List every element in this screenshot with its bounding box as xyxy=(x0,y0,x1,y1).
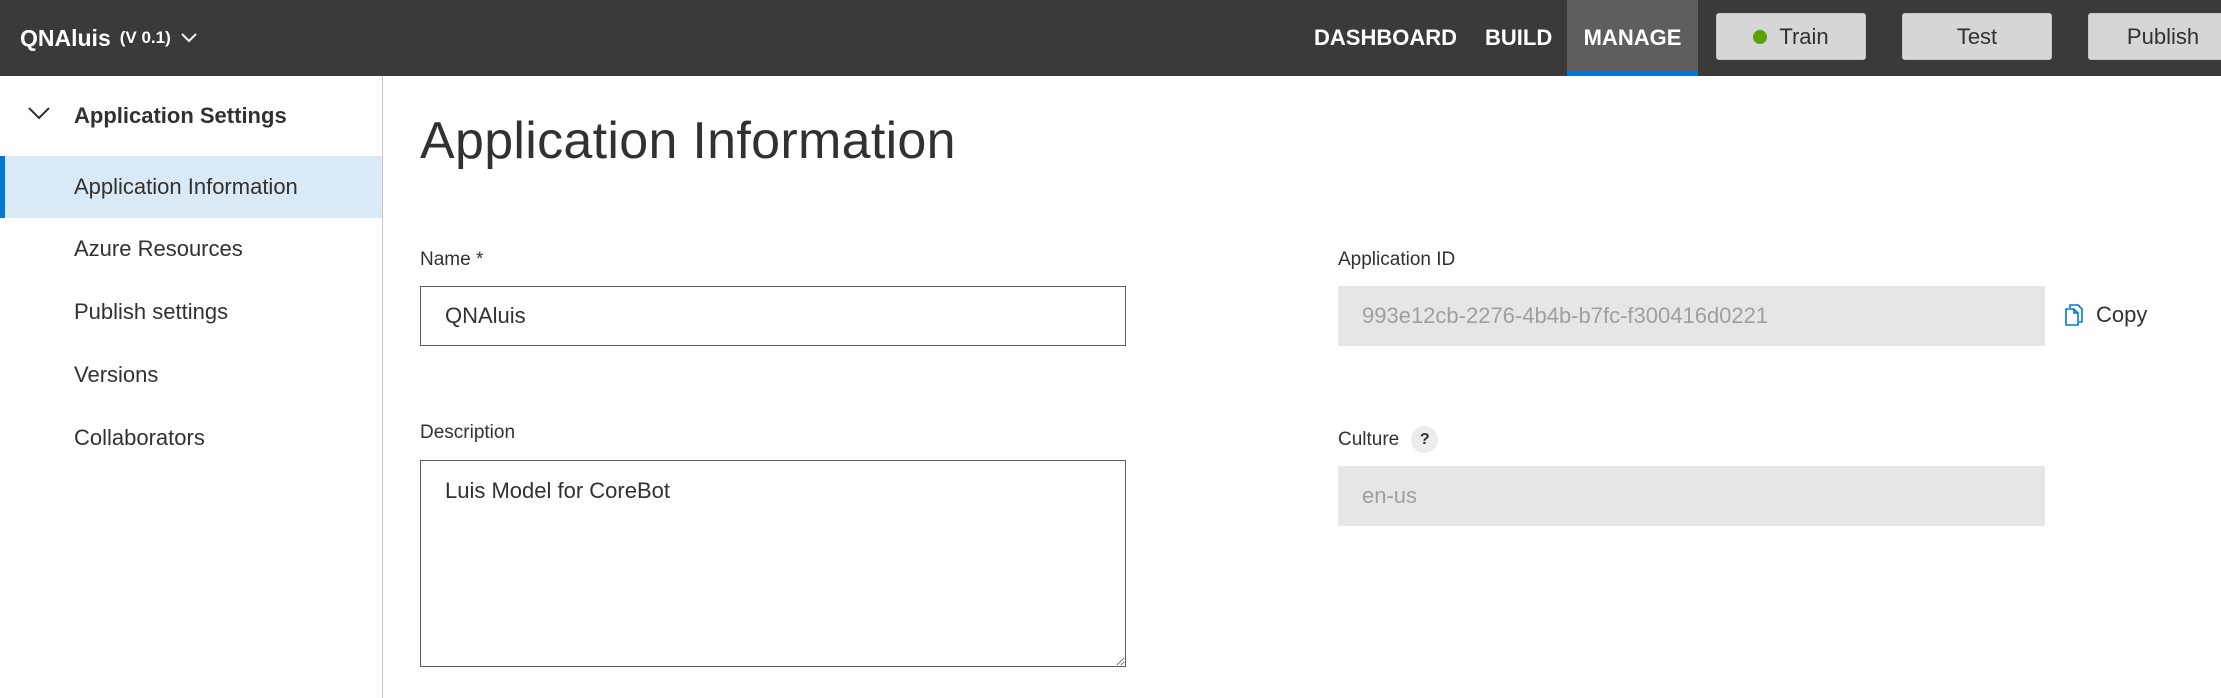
sidebar-item-label: Publish settings xyxy=(74,299,229,324)
sidebar-item-application-information[interactable]: Application Information xyxy=(0,156,382,218)
sidebar-group-application-settings[interactable]: Application Settings xyxy=(0,76,382,156)
nav-manage[interactable]: MANAGE xyxy=(1567,0,1698,76)
application-id-field: 993e12cb-2276-4b4b-b7fc-f300416d0221 xyxy=(1338,286,2045,346)
description-input[interactable]: Luis Model for CoreBot xyxy=(420,460,1126,667)
app-switcher[interactable]: QNAluis (V 0.1) xyxy=(20,0,198,76)
application-id-value: 993e12cb-2276-4b4b-b7fc-f300416d0221 xyxy=(1362,303,1769,328)
status-dot-icon xyxy=(1753,29,1768,44)
nav-build[interactable]: BUILD xyxy=(1485,0,1552,76)
sidebar-item-label: Collaborators xyxy=(74,425,205,450)
name-input[interactable] xyxy=(420,286,1126,346)
chevron-down-icon xyxy=(180,32,198,44)
culture-field: en-us xyxy=(1338,466,2045,526)
culture-label: Culture xyxy=(1338,428,1400,450)
publish-button-label: Publish xyxy=(2126,23,2200,49)
sidebar-item-collaborators[interactable]: Collaborators xyxy=(0,407,382,469)
copy-button-label: Copy xyxy=(2096,302,2148,327)
sidebar-item-label: Versions xyxy=(74,362,159,387)
sidebar-item-publish-settings[interactable]: Publish settings xyxy=(0,281,382,343)
publish-button[interactable]: Publish xyxy=(2088,13,2221,60)
application-id-label: Application ID xyxy=(1338,249,1456,270)
sidebar-item-label: Azure Resources xyxy=(74,236,243,261)
sidebar-item-azure-resources[interactable]: Azure Resources xyxy=(0,218,382,280)
sidebar: Application Settings Application Informa… xyxy=(0,76,383,698)
culture-value: en-us xyxy=(1362,483,1418,508)
nav-dashboard[interactable]: DASHBOARD xyxy=(1314,0,1457,76)
copy-button[interactable]: Copy xyxy=(2064,302,2147,328)
sidebar-item-label: Application Information xyxy=(74,174,298,199)
description-label: Description xyxy=(420,422,516,443)
sidebar-group-label: Application Settings xyxy=(74,103,287,128)
app-version: (V 0.1) xyxy=(119,28,171,47)
test-button[interactable]: Test xyxy=(1902,13,2052,60)
train-button-label: Train xyxy=(1779,23,1829,49)
top-bar: QNAluis (V 0.1) DASHBOARD BUILD MANAGE T… xyxy=(0,0,2221,76)
page-title: Application Information xyxy=(420,112,956,170)
chevron-down-icon xyxy=(27,106,51,126)
copy-icon xyxy=(2064,303,2084,327)
app-name: QNAluis xyxy=(20,24,111,51)
test-button-label: Test xyxy=(1956,23,1998,49)
help-icon[interactable]: ? xyxy=(1411,426,1439,453)
culture-label-row: Culture ? xyxy=(1338,426,1439,453)
train-button[interactable]: Train xyxy=(1716,13,1866,60)
name-label: Name * xyxy=(420,249,484,270)
sidebar-item-versions[interactable]: Versions xyxy=(0,344,382,406)
